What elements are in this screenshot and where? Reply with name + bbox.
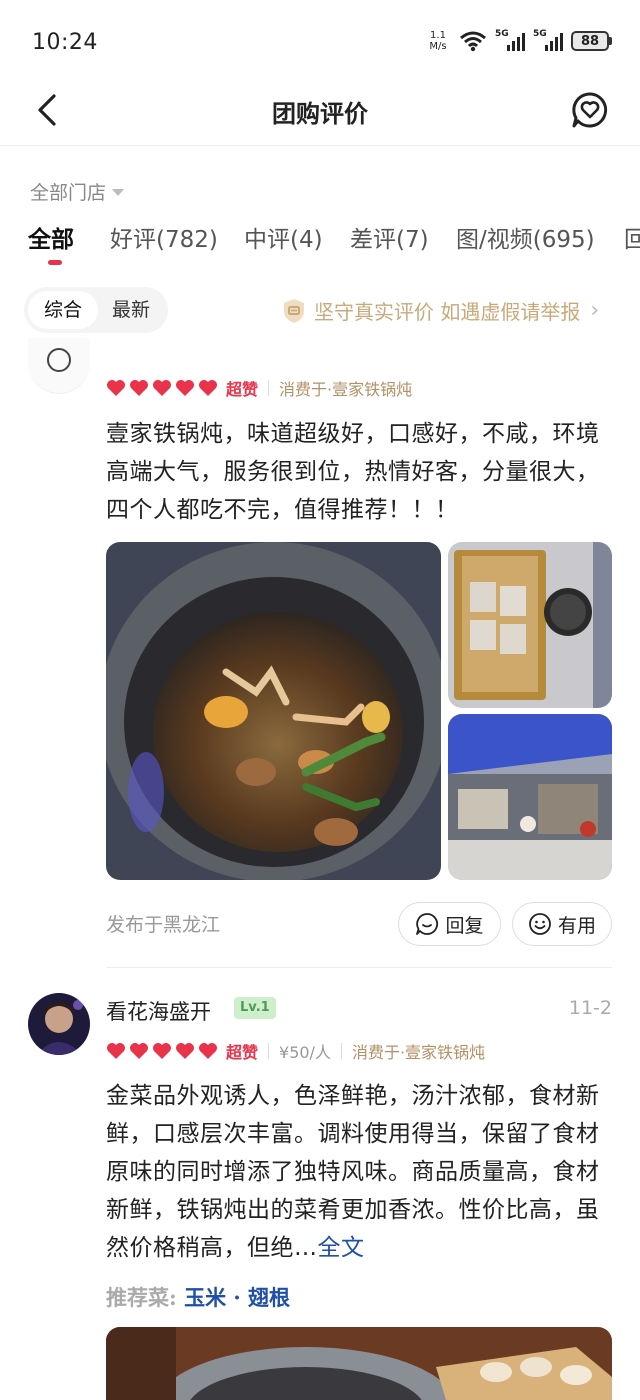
reply-button[interactable]: 回复	[398, 902, 501, 946]
heart-icon	[199, 1043, 217, 1059]
sort-toggle: 综合 最新	[24, 287, 168, 333]
heart-rating	[106, 1042, 218, 1060]
divider	[106, 967, 612, 968]
praise-label: 超赞	[226, 380, 259, 399]
avatar[interactable]	[28, 993, 90, 1055]
reply-label: 回复	[445, 914, 484, 937]
heart-icon	[107, 380, 125, 396]
heart-rating	[106, 379, 218, 397]
network-speed: 1.1 M/s	[425, 30, 451, 52]
page-title: 团购评价	[272, 100, 368, 128]
review-tabs: 全部 好评(782) 中评(4) 差评(7) 图/视频(695) 回	[28, 220, 640, 266]
store-filter-label: 全部门店	[30, 182, 107, 204]
expand-full-text-link[interactable]: 全文	[318, 1235, 365, 1261]
wifi-icon	[460, 31, 486, 52]
review-date: 11-2	[568, 997, 612, 1019]
heart-icon	[176, 380, 194, 396]
notice-text: 坚守真实评价 如遇虚假请举报	[314, 300, 581, 324]
username[interactable]: 看花海盛开	[106, 996, 211, 1026]
network-speed-value: 1.1	[430, 30, 446, 41]
tab-bad[interactable]: 差评(7)	[350, 220, 429, 254]
sort-latest-button[interactable]: 最新	[96, 291, 166, 329]
chevron-right-icon: ›	[590, 298, 600, 323]
praise-label: 超赞	[226, 1043, 259, 1062]
tab-medium[interactable]: 中评(4)	[244, 220, 323, 254]
review-photo[interactable]	[448, 714, 612, 880]
posted-location: 发布于黑龙江	[106, 914, 221, 936]
authentic-review-notice[interactable]: 坚守真实评价 如遇虚假请举报 ›	[282, 296, 599, 325]
smile-icon	[529, 913, 551, 935]
tab-all[interactable]: 全部	[28, 220, 74, 254]
signal-label-2: 5G	[533, 29, 547, 39]
rating-row: 超赞 ¥50/人 消费于·壹家铁锅炖	[106, 1039, 485, 1063]
heart-icon	[199, 380, 217, 396]
status-icons: 1.1 M/s 5G 5G 88	[425, 29, 612, 52]
rating-row: 超赞 消费于·壹家铁锅炖	[106, 376, 412, 400]
heart-icon	[176, 1043, 194, 1059]
review-photo[interactable]	[106, 1327, 612, 1400]
level-badge: Lv.1	[234, 997, 276, 1019]
shield-icon	[284, 298, 304, 323]
dish-link[interactable]: 玉米	[184, 1285, 226, 1310]
signal-icon-2: 5G	[533, 29, 563, 51]
tab-good[interactable]: 好评(782)	[110, 220, 218, 254]
price-per-person: ¥50/人	[279, 1043, 331, 1062]
heart-icon	[153, 380, 171, 396]
caret-down-icon	[112, 189, 125, 196]
nav-bar: 团购评价	[0, 84, 640, 146]
recommend-label: 推荐菜:	[106, 1285, 177, 1310]
tab-more[interactable]: 回	[624, 220, 640, 254]
heart-chat-icon[interactable]	[570, 90, 610, 130]
battery-icon: 88	[571, 31, 612, 51]
signal-label: 5G	[495, 29, 509, 39]
avatar[interactable]	[28, 338, 90, 394]
tab-media[interactable]: 图/视频(695)	[456, 220, 595, 254]
review-photo[interactable]	[106, 542, 441, 880]
tab-indicator	[48, 260, 62, 265]
battery-level: 88	[571, 31, 609, 51]
heart-icon	[153, 1043, 171, 1059]
useful-button[interactable]: 有用	[512, 902, 612, 946]
status-time: 10:24	[32, 30, 98, 55]
network-speed-unit: M/s	[429, 41, 447, 52]
useful-label: 有用	[557, 914, 596, 937]
status-bar: 10:24 1.1 M/s 5G 5G 88	[0, 0, 640, 84]
consumed-at[interactable]: 消费于·壹家铁锅炖	[352, 1039, 485, 1063]
comment-icon	[416, 913, 439, 935]
heart-icon	[130, 1043, 148, 1059]
dish-link[interactable]: 翅根	[248, 1285, 290, 1310]
heart-icon	[130, 380, 148, 396]
store-filter[interactable]: 全部门店	[30, 178, 125, 205]
sort-overall-button[interactable]: 综合	[28, 291, 98, 329]
review-text[interactable]: 壹家铁锅炖，味道超级好，口感好，不咸，环境高端大气，服务很到位，热情好客，分量很…	[106, 415, 618, 529]
consumed-at[interactable]: 消费于·壹家铁锅炖	[279, 376, 412, 400]
heart-icon	[107, 1043, 125, 1059]
review-photo[interactable]	[448, 542, 612, 708]
recommended-dishes: 推荐菜: 玉米 · 翅根	[106, 1285, 291, 1310]
signal-icon: 5G	[495, 29, 525, 51]
review-text[interactable]: 金菜品外观诱人，色泽鲜艳，汤汁浓郁，食材新鲜，口感层次丰富。调料使用得当，保留了…	[106, 1077, 618, 1267]
